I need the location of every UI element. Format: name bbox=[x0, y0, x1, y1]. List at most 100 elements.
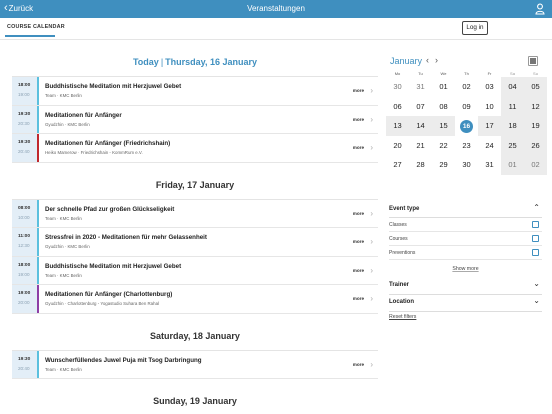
calendar-day[interactable]: 08 bbox=[432, 97, 455, 117]
chevron-right-icon[interactable]: › bbox=[370, 209, 373, 218]
more-link[interactable]: more bbox=[353, 239, 364, 244]
more-link[interactable]: more bbox=[353, 296, 364, 301]
calendar-day[interactable]: 12 bbox=[524, 96, 547, 116]
calendar-day[interactable]: 29 bbox=[432, 155, 455, 175]
chevron-right-icon[interactable]: › bbox=[435, 55, 438, 65]
calendar-day[interactable]: 07 bbox=[409, 97, 432, 117]
calendar-day[interactable]: 16 bbox=[455, 116, 478, 136]
filter-event-type-header[interactable]: Event type ⌃ bbox=[389, 202, 542, 218]
event-time-block: 19:30 20:40 bbox=[12, 134, 39, 162]
chevron-down-icon[interactable]: ⌄ bbox=[533, 279, 540, 288]
event-row[interactable]: 19:30 20:40 Meditationen für Anfänger (Fri… bbox=[12, 134, 378, 163]
chevron-right-icon[interactable]: › bbox=[370, 360, 373, 369]
tab-course-calendar[interactable]: COURSE CALENDAR bbox=[7, 24, 65, 30]
month-calendar: January ‹ › Mo Tu We Th Fr Sa Su 30 31 01 02 03 04 0… bbox=[386, 52, 547, 175]
event-title: Meditationen für Anfänger (Charlottenbur… bbox=[45, 291, 173, 298]
show-more-link[interactable]: Show more bbox=[389, 260, 542, 278]
filter-event-type-title: Event type bbox=[389, 206, 420, 212]
day-events: 08:00 10:00 Der schnelle Pfad zur großen G… bbox=[12, 198, 378, 314]
login-button[interactable]: Log in bbox=[462, 21, 488, 35]
event-row[interactable]: 19:30 20:40 Wunscherfüllendes Juwel Puja m… bbox=[12, 350, 378, 379]
filter-trainer-header[interactable]: Trainer ⌄ bbox=[389, 278, 542, 295]
calendar-day[interactable]: 28 bbox=[409, 155, 432, 175]
calendar-day[interactable]: 20 bbox=[386, 136, 409, 156]
event-time-block: 18:00 19:00 bbox=[12, 77, 39, 105]
calendar-day[interactable]: 24 bbox=[478, 136, 501, 156]
event-title: Wunscherfüllendes Juwel Puja mit Tsog Da… bbox=[45, 356, 202, 364]
calendar-day[interactable]: 15 bbox=[432, 116, 455, 136]
calendar-day-number: 23 bbox=[462, 140, 471, 150]
filter-checkbox[interactable] bbox=[532, 235, 539, 242]
calendar-day[interactable]: 18 bbox=[501, 116, 524, 136]
calendar-day[interactable]: 27 bbox=[386, 155, 409, 175]
filter-option-label: Preventions bbox=[389, 250, 416, 256]
calendar-day[interactable]: 02 bbox=[524, 155, 547, 175]
more-link[interactable]: more bbox=[353, 117, 364, 122]
day-date-label: Sunday, 19 January bbox=[153, 396, 237, 406]
chevron-right-icon[interactable]: › bbox=[370, 143, 373, 152]
calendar-day[interactable]: 14 bbox=[409, 116, 432, 136]
calendar-day[interactable]: 19 bbox=[524, 116, 547, 136]
calendar-day[interactable]: 05 bbox=[524, 77, 547, 97]
grid-view-icon[interactable] bbox=[528, 56, 538, 66]
chevron-right-icon[interactable]: › bbox=[370, 115, 373, 124]
calendar-day[interactable]: 01 bbox=[501, 155, 524, 175]
calendar-month-label[interactable]: January bbox=[390, 56, 422, 66]
chevron-right-icon[interactable]: › bbox=[370, 237, 373, 246]
event-row[interactable]: 18:00 19:00 Buddhistische Meditation mit H… bbox=[12, 77, 378, 106]
calendar-day[interactable]: 09 bbox=[455, 97, 478, 117]
more-link[interactable]: more bbox=[353, 88, 364, 93]
calendar-day[interactable]: 26 bbox=[524, 135, 547, 155]
user-icon[interactable] bbox=[535, 3, 545, 15]
calendar-day[interactable]: 11 bbox=[501, 96, 524, 116]
event-row[interactable]: 19:00 20:00 Meditationen für Anfänger (Cha… bbox=[12, 285, 378, 314]
calendar-day[interactable]: 03 bbox=[478, 77, 501, 97]
filter-location-header[interactable]: Location ⌄ bbox=[389, 295, 542, 312]
more-link[interactable]: more bbox=[353, 268, 364, 273]
event-end-time: 19:00 bbox=[18, 271, 30, 277]
more-link[interactable]: more bbox=[353, 362, 364, 367]
calendar-day[interactable]: 22 bbox=[432, 136, 455, 156]
chevron-down-icon[interactable]: ⌄ bbox=[533, 296, 540, 305]
calendar-day[interactable]: 06 bbox=[386, 97, 409, 117]
weekday-label: Mo bbox=[394, 71, 401, 76]
filter-option[interactable]: Preventions bbox=[389, 246, 542, 260]
calendar-day[interactable]: 30 bbox=[386, 77, 409, 97]
calendar-day[interactable]: 31 bbox=[478, 155, 501, 175]
event-row[interactable]: 18:00 19:00 Buddhistische Meditation mit H… bbox=[12, 256, 378, 285]
day-heading: Saturday, 18 January bbox=[12, 324, 378, 350]
event-row[interactable]: 19:30 20:30 Meditationen für Anfänger Gyudz… bbox=[12, 105, 378, 134]
calendar-day-number: 05 bbox=[531, 82, 540, 91]
chevron-left-icon[interactable]: ‹ bbox=[426, 55, 429, 65]
chevron-right-icon[interactable]: › bbox=[370, 294, 373, 303]
filter-checkbox[interactable] bbox=[532, 249, 539, 256]
reset-filters-link[interactable]: Reset filters bbox=[389, 314, 416, 320]
calendar-day[interactable]: 02 bbox=[455, 77, 478, 97]
calendar-day[interactable]: 17 bbox=[478, 116, 501, 136]
calendar-day[interactable]: 23 bbox=[455, 136, 478, 156]
event-category-bar bbox=[37, 134, 39, 162]
event-row[interactable]: 08:00 10:00 Der schnelle Pfad zur großen G… bbox=[12, 199, 378, 228]
calendar-day[interactable]: 13 bbox=[386, 116, 409, 136]
calendar-day[interactable]: 21 bbox=[409, 136, 432, 156]
event-subtitle: Heiko Mamerow · Friedrichshain - KommRum… bbox=[45, 150, 143, 155]
chevron-up-icon[interactable]: ⌃ bbox=[533, 203, 540, 212]
calendar-day[interactable]: 04 bbox=[501, 77, 524, 97]
calendar-day[interactable]: 01 bbox=[432, 77, 455, 97]
filter-option[interactable]: Classes bbox=[389, 218, 542, 232]
calendar-day[interactable]: 31 bbox=[409, 77, 432, 97]
event-row[interactable]: 11:00 12:30 Stressfrei in 2020 - Meditatio… bbox=[12, 228, 378, 257]
event-end-time: 20:30 bbox=[18, 120, 30, 126]
event-start-time: 19:30 bbox=[18, 140, 31, 145]
filter-checkbox[interactable] bbox=[532, 221, 539, 228]
calendar-day-number: 26 bbox=[531, 140, 540, 150]
calendar-day[interactable]: 30 bbox=[455, 155, 478, 175]
more-link[interactable]: more bbox=[353, 211, 364, 216]
filter-options: Classes Courses Preventions bbox=[389, 218, 542, 260]
calendar-day[interactable]: 10 bbox=[478, 97, 501, 117]
chevron-right-icon[interactable]: › bbox=[370, 266, 373, 275]
more-link[interactable]: more bbox=[353, 145, 364, 150]
calendar-day[interactable]: 25 bbox=[501, 135, 524, 155]
filter-option[interactable]: Courses bbox=[389, 232, 542, 246]
chevron-right-icon[interactable]: › bbox=[370, 86, 373, 95]
